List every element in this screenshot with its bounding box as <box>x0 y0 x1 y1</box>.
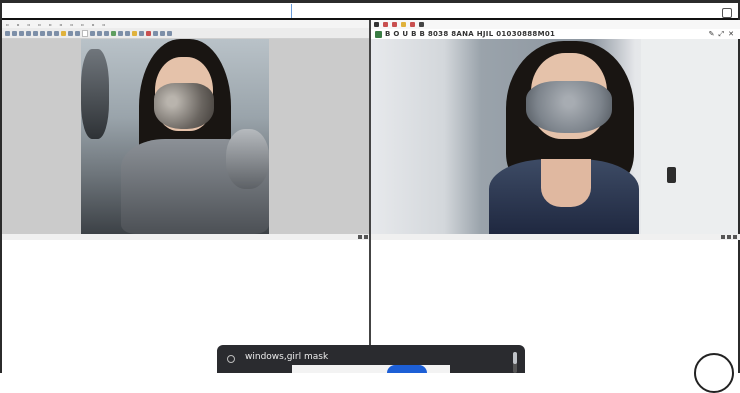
robot-head <box>81 49 109 139</box>
edit-icon[interactable] <box>111 30 116 36</box>
next-icon[interactable] <box>160 30 165 36</box>
status-controls <box>358 234 368 239</box>
menu-item[interactable]: ▫ <box>27 22 30 27</box>
save-icon[interactable] <box>12 30 17 36</box>
right-title-icons: ✎ ⤢ ✕ <box>709 29 734 39</box>
floating-circle-widget[interactable] <box>694 353 734 393</box>
folder-icon[interactable] <box>61 30 66 36</box>
zoom-out-icon[interactable] <box>75 30 80 36</box>
cut-icon[interactable] <box>40 30 45 36</box>
top-bar <box>2 3 738 18</box>
door <box>641 39 738 234</box>
zoom-select[interactable] <box>82 29 88 37</box>
menu-item[interactable]: ▫ <box>17 22 20 27</box>
record-icon[interactable] <box>392 22 397 27</box>
delete-icon[interactable] <box>146 30 151 36</box>
menu-item[interactable]: ▫ <box>102 22 105 27</box>
menu-item[interactable]: ▫ <box>60 22 63 27</box>
prompt-bar[interactable]: windows,girl mask <box>217 345 525 373</box>
menu-bar: ▫ ▫ ▫ ▫ ▫ ▫ ▫ ▫ ▫ ▫ <box>2 20 373 28</box>
undo-icon[interactable] <box>47 30 52 36</box>
rotate-right-icon[interactable] <box>104 30 109 36</box>
right-viewer: B O U B B 8038 8ANA HJIL 01030888M01 ✎ ⤢… <box>371 20 740 373</box>
scroll-thumb[interactable] <box>513 352 517 364</box>
mark-icon[interactable] <box>410 22 415 27</box>
status-icon[interactable] <box>358 235 362 239</box>
right-image <box>371 39 738 234</box>
crop-icon[interactable] <box>118 30 123 36</box>
right-status-bar <box>371 234 740 240</box>
brush-icon[interactable] <box>401 22 406 27</box>
grid-icon[interactable] <box>419 22 424 27</box>
open-icon[interactable] <box>5 30 10 36</box>
settings-icon[interactable] <box>167 30 172 36</box>
resize-icon[interactable] <box>125 30 130 36</box>
shoulder-armor <box>226 129 269 189</box>
left-viewer: ▫ ▫ ▫ ▫ ▫ ▫ ▫ ▫ ▫ ▫ <box>2 20 373 373</box>
tool-icon[interactable]: ✎ <box>709 30 715 38</box>
prompt-scrollbar[interactable] <box>513 352 517 373</box>
slideshow-icon[interactable] <box>139 30 144 36</box>
link-icon[interactable] <box>227 355 235 363</box>
left-image <box>81 39 269 234</box>
menu-icon[interactable] <box>374 22 379 27</box>
right-toolbar <box>371 20 740 29</box>
mask <box>526 81 612 133</box>
status-icon[interactable] <box>727 235 731 239</box>
menu-item[interactable]: ▫ <box>81 22 84 27</box>
redo-icon[interactable] <box>54 30 59 36</box>
mask <box>154 83 214 129</box>
window-icon[interactable] <box>722 8 732 18</box>
close-icon[interactable]: ✕ <box>728 30 734 38</box>
prompt-input[interactable]: windows,girl mask <box>245 352 328 362</box>
prev-icon[interactable] <box>153 30 158 36</box>
status-icon[interactable] <box>733 235 737 239</box>
split-marker[interactable] <box>291 4 292 18</box>
status-icon[interactable] <box>721 235 725 239</box>
fit-icon[interactable] <box>90 30 95 36</box>
copy-icon[interactable] <box>26 30 31 36</box>
menu-item[interactable]: ▫ <box>70 22 73 27</box>
expand-icon[interactable]: ⤢ <box>719 30 725 39</box>
more-link[interactable] <box>431 365 449 373</box>
right-title-bar: B O U B B 8038 8ANA HJIL 01030888M01 <box>371 29 740 39</box>
menu-item[interactable]: ▫ <box>38 22 41 27</box>
left-toolbar <box>2 28 372 39</box>
left-status-bar <box>2 234 372 240</box>
paste-icon[interactable] <box>33 30 38 36</box>
menu-item[interactable]: ▫ <box>6 22 9 27</box>
search-button[interactable] <box>387 365 427 373</box>
neckline <box>541 159 591 207</box>
effects-icon[interactable] <box>132 30 137 36</box>
right-title: B O U B B 8038 8ANA HJIL 01030888M01 <box>385 30 556 38</box>
zoom-in-icon[interactable] <box>68 30 73 36</box>
print-icon[interactable] <box>19 30 24 36</box>
status-controls <box>721 234 737 239</box>
badge-icon <box>375 30 382 38</box>
menu-item[interactable]: ▫ <box>92 22 95 27</box>
record-icon[interactable] <box>383 22 388 27</box>
door-lock <box>667 167 676 183</box>
status-icon[interactable] <box>364 235 368 239</box>
rotate-left-icon[interactable] <box>97 30 102 36</box>
menu-item[interactable]: ▫ <box>49 22 52 27</box>
